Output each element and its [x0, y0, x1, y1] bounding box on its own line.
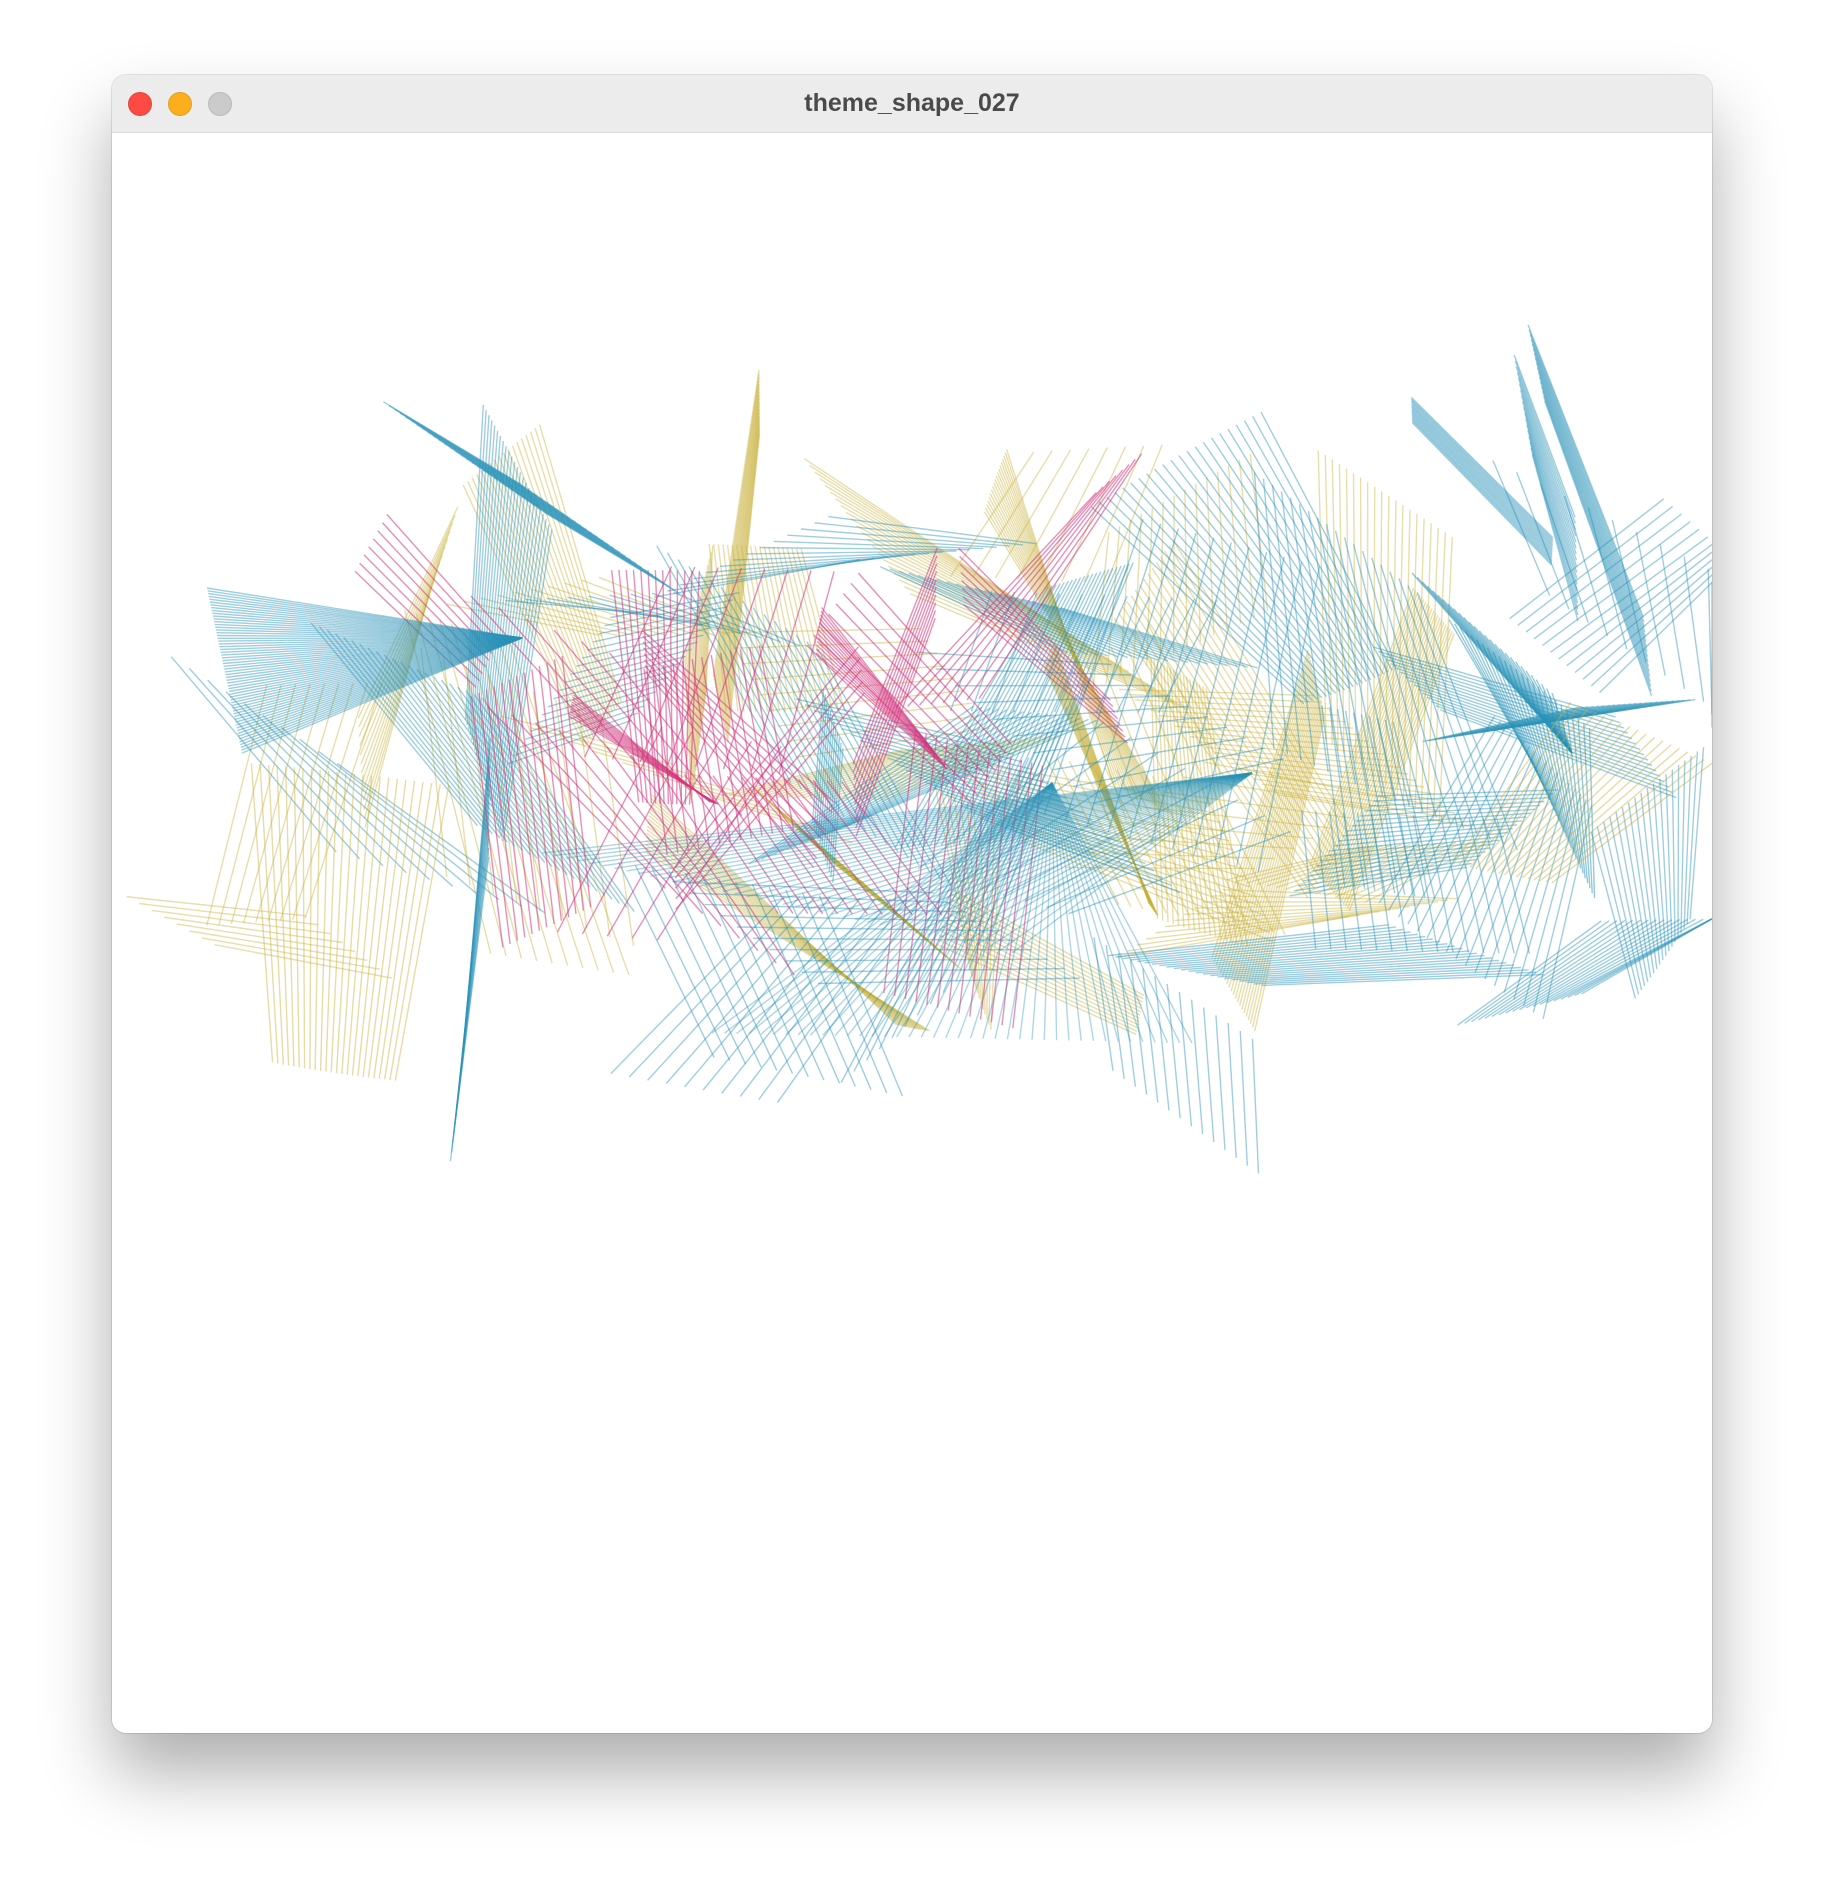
app-window: theme_shape_027 — [112, 75, 1712, 1733]
art-stroke — [1671, 769, 1676, 943]
art-stroke — [164, 916, 343, 944]
art-stroke — [1457, 920, 1602, 1026]
art-stroke — [1172, 495, 1175, 654]
art-stroke — [1215, 1015, 1226, 1150]
art-stroke — [449, 856, 490, 1162]
art-stroke — [1190, 999, 1204, 1135]
art-stroke — [1372, 486, 1376, 777]
window-title: theme_shape_027 — [804, 89, 1020, 117]
art-stroke — [293, 767, 300, 1068]
art-stroke — [1677, 765, 1680, 938]
art-stroke — [1251, 1038, 1260, 1174]
art-stroke — [697, 603, 700, 752]
art-stroke — [314, 769, 321, 1070]
art-stroke — [1203, 1007, 1215, 1143]
art-stroke — [1683, 556, 1705, 702]
art-stroke — [647, 896, 816, 1081]
art-stroke — [309, 769, 313, 1070]
art-stroke — [279, 682, 354, 921]
generative-line-artwork — [126, 324, 1712, 1174]
drawing-canvas — [112, 133, 1712, 1733]
art-stroke — [389, 784, 441, 1081]
art-stroke — [1227, 1023, 1237, 1158]
art-stroke — [665, 896, 831, 1085]
art-stroke — [1239, 1030, 1248, 1166]
art-stroke — [1166, 984, 1181, 1119]
art-stroke — [367, 779, 407, 1078]
art-stroke — [357, 777, 390, 1077]
art-stroke — [1512, 919, 1665, 1012]
art-stroke — [1178, 991, 1193, 1127]
title-bar[interactable]: theme_shape_027 — [112, 75, 1712, 133]
art-stroke — [1359, 477, 1363, 768]
art-stroke — [814, 522, 1024, 546]
